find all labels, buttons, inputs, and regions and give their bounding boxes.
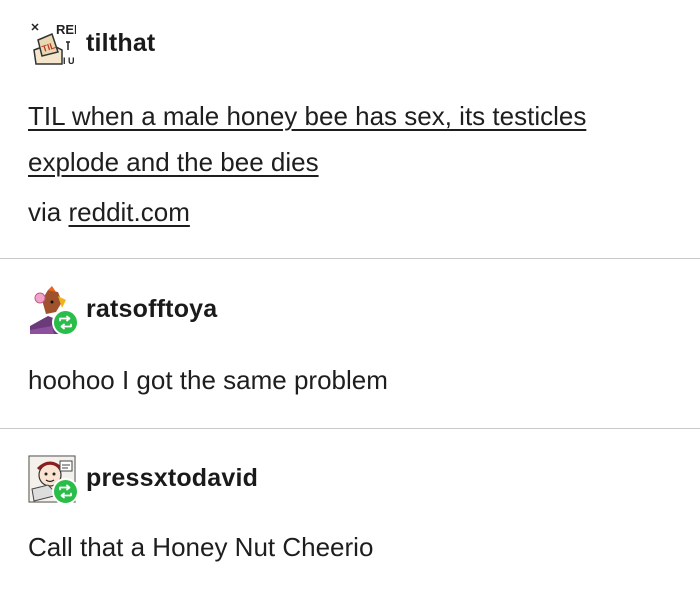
til-logo-icon[interactable]: TIL REI I U (28, 20, 76, 68)
title-link[interactable]: TIL when a male honey bee has sex, its t… (28, 101, 586, 177)
username[interactable]: ratsofftoya (86, 295, 217, 324)
comic-avatar-icon[interactable] (28, 455, 79, 505)
post-header: ratsofftoya (28, 286, 217, 336)
source-link[interactable]: reddit.com (68, 197, 189, 227)
reblog-pressxtodavid: pressxtodavid Call that a Honey Nut Chee… (0, 429, 700, 607)
username[interactable]: tilthat (86, 29, 155, 58)
reblog-icon (52, 478, 79, 505)
username[interactable]: pressxtodavid (86, 464, 258, 493)
reblog-icon (52, 309, 79, 336)
reblog-ratsofftoya: ratsofftoya hoohoo I got the same proble… (0, 259, 700, 428)
rat-avatar-icon[interactable] (28, 286, 79, 336)
svg-text:I U: I U (63, 56, 75, 66)
post-header: pressxtodavid (28, 455, 258, 505)
post-header: TIL REI I U tilthat (28, 20, 155, 68)
post-title[interactable]: TIL when a male honey bee has sex, its t… (28, 93, 680, 185)
reblog-text: hoohoo I got the same problem (28, 365, 388, 395)
post-tilthat: TIL REI I U tilthat TIL when a male hone… (0, 0, 700, 258)
source-attribution: via reddit.com (28, 189, 680, 235)
via-label: via (28, 197, 62, 227)
reblog-text: Call that a Honey Nut Cheerio (28, 532, 374, 562)
svg-text:REI: REI (56, 22, 76, 37)
